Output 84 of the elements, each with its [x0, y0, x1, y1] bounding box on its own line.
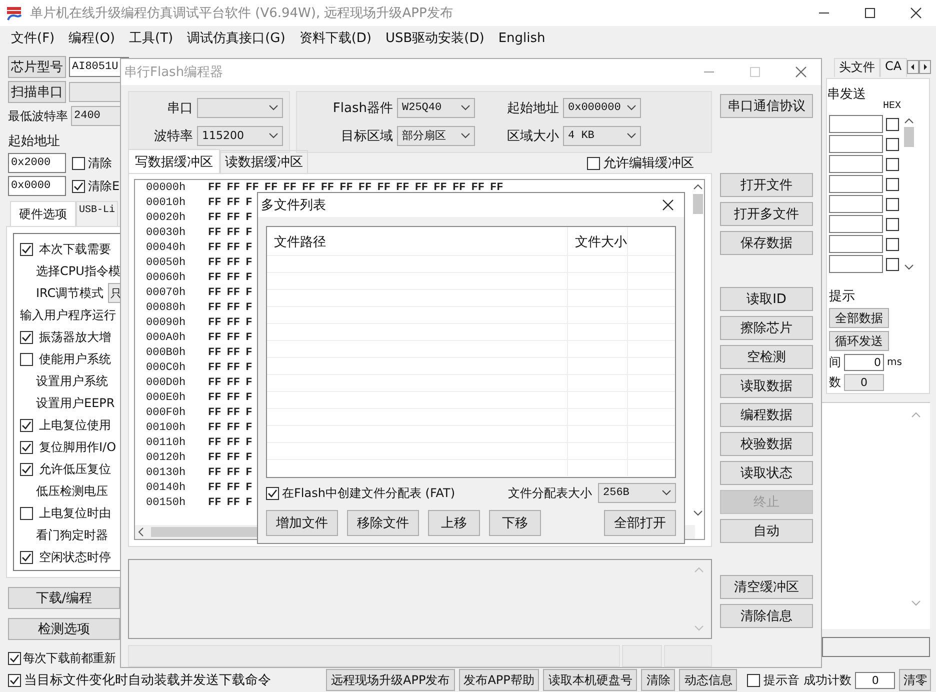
address-cell-text: 00000h [145, 180, 187, 196]
option-label: 设置用户EEPR [35, 394, 115, 412]
hex-bytes: FF FF F [208, 406, 252, 421]
hex-bytes: FF FF F [208, 316, 252, 331]
option-label: 看门狗定时器 [35, 526, 108, 544]
field-label: Flash器件 [332, 100, 393, 117]
hex-bytes: FF FF F [208, 270, 252, 286]
address-cell-text: 000A0h [145, 330, 187, 346]
option-label: IRC调节模式 [35, 284, 104, 302]
address-cell-text: 000C0h [145, 360, 187, 376]
address-cell-text: 00060h [145, 270, 187, 286]
address-cell-text: 000D0h [145, 376, 187, 391]
hex-bytes: FF FF F [208, 346, 252, 361]
checkbox-label: 上电复位使用 [39, 416, 111, 434]
checkbox-label: 在Flash中创建文件分配表 (FAT) [282, 484, 456, 502]
start-address-label: 起始地址 [8, 133, 61, 150]
baud-label: 最低波特率 [8, 108, 68, 124]
address-cell-text: 00080h [145, 300, 187, 316]
address-cell-text: 00040h [145, 240, 187, 256]
checkbox-label: 清除E [88, 178, 120, 194]
field-label: 波特率 [153, 128, 193, 145]
checkbox-label: 提示音 [763, 672, 800, 688]
hex-bytes: FF FF F [208, 390, 252, 406]
checkbox-label: 本次下载需要 [39, 240, 111, 258]
hex-label: HEX [883, 101, 902, 112]
checkbox-label: 允许低压复位 [39, 460, 111, 478]
hex-bytes: FF FF F [208, 420, 252, 436]
address-cell-text: 00120h [145, 450, 187, 466]
option-label: 低压检测电压 [35, 482, 108, 500]
address-cell-text: 00150h [145, 496, 187, 511]
address-cell-text: 00070h [145, 286, 187, 301]
address-cell-text: 00090h [145, 316, 187, 331]
option-label: 选择CPU指令模 [35, 262, 120, 280]
address-cell-text: 00100h [145, 420, 187, 436]
address-cell-text: 000B0h [145, 346, 187, 361]
hex-bytes: FF FF F [208, 256, 252, 271]
hex-bytes: FF FF FF FF FF FF FF FF FF FF FF FF FF FF FF FF [208, 180, 504, 196]
checkbox-label: 上电复位时由 [39, 504, 111, 522]
field-label: 目标区域 [340, 128, 393, 145]
address-cell-text: 00140h [145, 480, 187, 496]
hex-bytes: FF FF F [208, 286, 252, 301]
checkbox-label: 复位脚用作I/O [39, 438, 116, 456]
address-cell-text: 00110h [145, 436, 187, 451]
checkbox-label: 每次下载前都重新 [23, 650, 116, 667]
hint-label: 提示 [829, 288, 855, 305]
fat-size-label: 文件分配表大小 [508, 484, 592, 502]
dialog-title: 多文件列表 [261, 197, 327, 214]
success-count-label: 成功计数 [803, 672, 852, 688]
count-label: 数 [829, 374, 841, 391]
field-label: 起始地址 [506, 100, 559, 117]
address-cell-text: 00130h [145, 466, 187, 481]
window-title: 单片机在线升级编程仿真调试平台软件 (V6.94W), 远程现场升级APP发布 [30, 5, 454, 22]
option-label: 设置用户系统 [35, 372, 108, 390]
checkbox-label: 清除 [88, 154, 112, 172]
hex-bytes: FF FF F [208, 240, 252, 256]
hex-bytes: FF FF F [208, 496, 252, 511]
address-cell-text: 000E0h [145, 390, 187, 406]
checkbox-label: 当目标文件变化时自动装载并发送下载命令 [24, 672, 271, 689]
hex-bytes: FF FF F [208, 196, 252, 211]
field-label: 串口 [166, 100, 193, 117]
hex-bytes: FF FF F [208, 330, 252, 346]
address-cell-text: 000F0h [145, 406, 187, 421]
group-title: 串发送 [827, 85, 866, 103]
hex-bytes: FF FF F [208, 300, 252, 316]
address-cell-text: 00020h [145, 210, 187, 226]
hex-bytes: FF FF F [208, 210, 252, 226]
hex-bytes: FF FF F [208, 226, 252, 241]
hex-bytes: FF FF F [208, 466, 252, 481]
hex-bytes: FF FF F [208, 360, 252, 376]
hex-bytes: FF FF F [208, 376, 252, 391]
hex-bytes: FF FF F [208, 480, 252, 496]
address-cell-text: 00030h [145, 226, 187, 241]
hex-bytes: FF FF F [208, 436, 252, 451]
unit-label: ms [887, 357, 902, 368]
hex-bytes: FF FF F [208, 450, 252, 466]
checkbox-label: 振荡器放大增 [39, 328, 111, 346]
address-cell-text: 00050h [145, 256, 187, 271]
checkbox-label: 使能用户系统 [39, 350, 111, 368]
interval-label: 间 [829, 354, 841, 371]
field-label: 区域大小 [506, 128, 559, 145]
address-cell-text: 00010h [145, 196, 187, 211]
checkbox-label: 允许编辑缓冲区 [603, 155, 694, 172]
option-label: 输入用户程序运行 [20, 306, 116, 324]
checkbox-label: 空闲状态时停 [39, 548, 111, 566]
